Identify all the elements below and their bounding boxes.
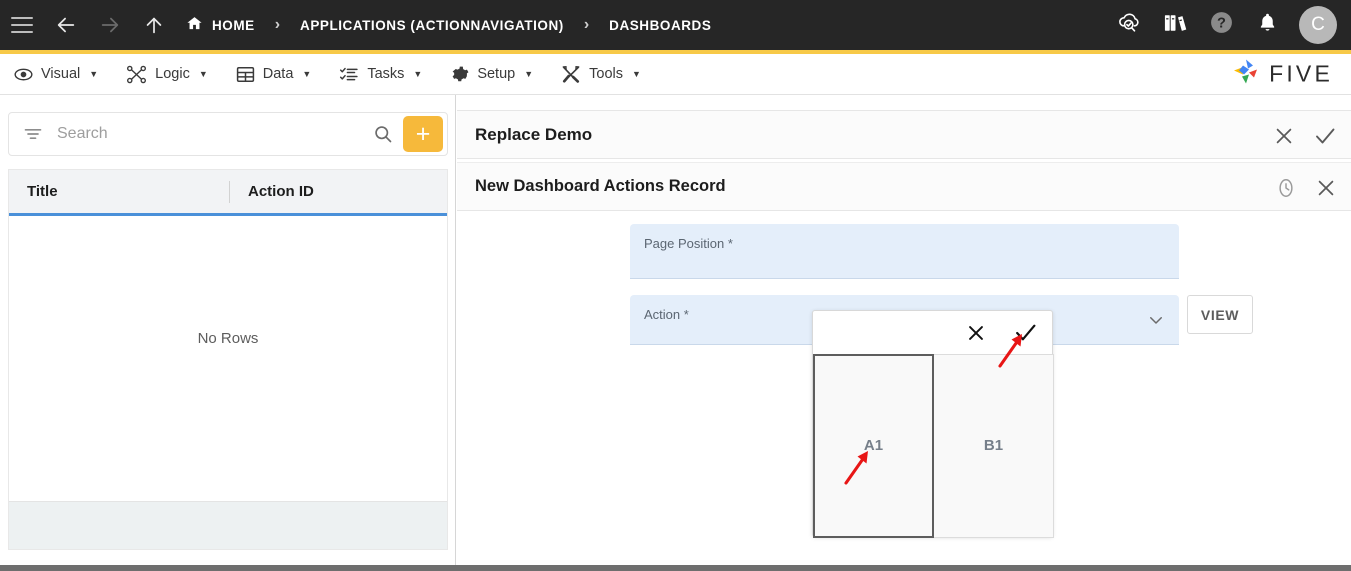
chevron-down-icon[interactable]: [1147, 311, 1165, 329]
popup-cells: A1 B1: [813, 354, 1054, 538]
brand-logo: FIVE: [1230, 57, 1333, 92]
popup-header: [813, 311, 1052, 354]
application-menu-bar: Visual ▼ Logic ▼ Data ▼: [0, 54, 1351, 95]
back-button[interactable]: [44, 0, 88, 50]
records-grid: Title Action ID No Rows: [8, 169, 448, 550]
chevron-down-icon: ▼: [302, 69, 311, 79]
grid-header-row: Title Action ID: [9, 170, 447, 216]
books-icon: [1163, 11, 1188, 40]
search-icon[interactable]: [373, 124, 393, 144]
sub-panel-title: New Dashboard Actions Record: [475, 177, 726, 196]
notifications-button[interactable]: [1245, 0, 1289, 50]
add-record-button[interactable]: +: [403, 116, 443, 152]
forward-button[interactable]: [88, 0, 132, 50]
brand-name: FIVE: [1269, 61, 1333, 88]
popup-close-button[interactable]: [965, 322, 987, 344]
page-position-field[interactable]: Page Position *: [630, 224, 1179, 279]
popup-confirm-button[interactable]: [1013, 320, 1038, 345]
menu-setup-label: Setup: [477, 66, 515, 82]
search-input[interactable]: [55, 124, 373, 144]
filter-icon[interactable]: [23, 124, 43, 144]
sub-panel-actions: [1275, 163, 1337, 212]
chevron-down-icon: ▼: [413, 69, 422, 79]
up-level-button[interactable]: [132, 0, 176, 50]
page-title: Replace Demo: [475, 125, 592, 145]
menu-logic[interactable]: Logic ▼: [112, 54, 222, 95]
menu-visual-label: Visual: [41, 66, 80, 82]
chevron-down-icon: ▼: [89, 69, 98, 79]
position-cell-a1-label: A1: [864, 437, 883, 454]
menu-tasks[interactable]: Tasks ▼: [325, 54, 436, 95]
breadcrumb-dashboards-label: DASHBOARDS: [609, 18, 711, 33]
help-button[interactable]: ?: [1199, 0, 1243, 50]
breadcrumb-applications-label: APPLICATIONS (ACTIONNAVIGATION): [300, 18, 564, 33]
top-navigation-bar: HOME › APPLICATIONS (ACTIONNAVIGATION) ›…: [0, 0, 1351, 50]
column-header-title[interactable]: Title: [9, 170, 229, 213]
breadcrumb-item-dashboards[interactable]: DASHBOARDS: [605, 18, 715, 33]
hamburger-icon: [11, 17, 33, 33]
cloud-status-button[interactable]: [1107, 0, 1151, 50]
breadcrumb-item-home[interactable]: HOME: [182, 15, 259, 35]
menu-tools[interactable]: Tools ▼: [547, 54, 655, 95]
app-root: HOME › APPLICATIONS (ACTIONNAVIGATION) ›…: [0, 0, 1351, 571]
library-button[interactable]: [1153, 0, 1197, 50]
chevron-down-icon: ▼: [199, 69, 208, 79]
column-header-action-id[interactable]: Action ID: [229, 181, 439, 203]
menu-tools-label: Tools: [589, 66, 623, 82]
breadcrumb-home-label: HOME: [212, 18, 255, 33]
home-icon: [186, 15, 203, 35]
page-position-label: Page Position *: [644, 236, 733, 251]
record-panel-header: Replace Demo: [457, 110, 1351, 159]
grid-body: No Rows: [9, 216, 447, 501]
view-button[interactable]: VIEW: [1187, 295, 1253, 334]
forward-arrow-icon: [99, 14, 121, 36]
svg-text:?: ?: [1217, 16, 1226, 32]
window-bottom-edge: [0, 565, 1351, 571]
breadcrumb-separator: ›: [275, 17, 280, 33]
breadcrumb-item-applications[interactable]: APPLICATIONS (ACTIONNAVIGATION): [296, 18, 568, 33]
record-panel-actions: [1273, 111, 1337, 160]
chevron-down-icon: ▼: [524, 69, 533, 79]
tools-icon: [561, 65, 581, 84]
menu-data[interactable]: Data ▼: [222, 54, 326, 95]
sub-panel-close-button[interactable]: [1315, 177, 1337, 199]
menu-tasks-label: Tasks: [367, 66, 404, 82]
position-cell-b1-label: B1: [984, 437, 1003, 454]
empty-state-message: No Rows: [198, 330, 259, 347]
checklist-icon: [339, 65, 359, 84]
panel-close-button[interactable]: [1273, 125, 1295, 147]
action-label: Action *: [644, 307, 689, 322]
menu-visual[interactable]: Visual ▼: [0, 54, 112, 95]
panel-confirm-button[interactable]: [1313, 124, 1337, 148]
breadcrumb: HOME › APPLICATIONS (ACTIONNAVIGATION) ›…: [182, 0, 715, 50]
up-arrow-icon: [143, 14, 165, 36]
search-bar[interactable]: +: [8, 112, 448, 156]
topbar-actions: ? C: [1107, 0, 1341, 50]
help-circle-icon: ?: [1209, 10, 1234, 40]
avatar[interactable]: C: [1299, 6, 1337, 44]
back-arrow-icon: [55, 14, 77, 36]
breadcrumb-separator-2: ›: [584, 17, 589, 33]
sub-record-header: New Dashboard Actions Record: [457, 162, 1351, 211]
page-position-picker-popup: A1 B1: [812, 310, 1053, 537]
eye-icon: [14, 65, 33, 84]
menu-data-label: Data: [263, 66, 294, 82]
grid-footer: [9, 501, 447, 549]
menu-logic-label: Logic: [155, 66, 190, 82]
menu-setup[interactable]: Setup ▼: [436, 54, 547, 95]
sidebar-panel: + Title Action ID No Rows: [0, 95, 456, 565]
gear-icon: [450, 65, 469, 84]
chevron-down-icon: ▼: [632, 69, 641, 79]
position-cell-b1[interactable]: B1: [934, 354, 1054, 538]
logic-nodes-icon: [126, 65, 147, 84]
cloud-check-icon: [1116, 10, 1143, 40]
hamburger-menu-button[interactable]: [0, 0, 44, 50]
bell-icon: [1257, 11, 1278, 39]
position-cell-a1[interactable]: A1: [813, 354, 934, 538]
history-clock-icon[interactable]: [1275, 177, 1297, 199]
five-mark-icon: [1230, 57, 1262, 92]
table-grid-icon: [236, 65, 255, 84]
